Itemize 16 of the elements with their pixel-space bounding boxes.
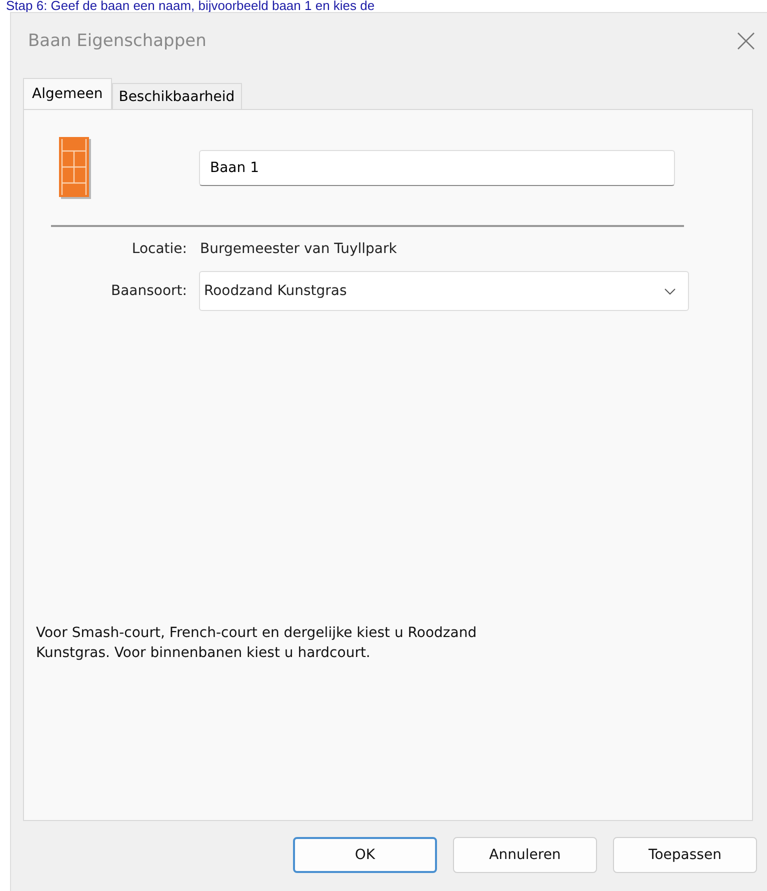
tennis-court-icon (59, 137, 91, 199)
court-type-dropdown[interactable]: Roodzand Kunstgras (199, 271, 689, 311)
name-input-field[interactable]: Baan 1 (199, 150, 675, 186)
close-icon[interactable] (737, 32, 755, 50)
help-text: Voor Smash-court, French-court en dergelijke kiest u Roodzand Kunstgras. Voor binnenbanen kiest u hardcourt. (36, 624, 478, 663)
tab[interactable]: Beschikbaarheid (112, 83, 242, 109)
page-heading: Stap 6: Geef de baan een naam, bijvoorbeeld baan 1 en kies de (5, 0, 376, 12)
chevron-down-icon (664, 288, 676, 294)
court-type-label: Baansoort: (110, 283, 187, 299)
window-title: Baan Eigenschappen (28, 31, 206, 51)
location-label: Locatie: (130, 241, 187, 257)
dialog-button[interactable]: Annuleren (453, 837, 597, 873)
location-value: Burgemeester van Tuyllpark (200, 241, 397, 257)
dialog-button[interactable]: OK (293, 837, 437, 873)
tab[interactable]: Algemeen (23, 78, 112, 109)
dialog-button[interactable]: Toepassen (613, 837, 757, 873)
